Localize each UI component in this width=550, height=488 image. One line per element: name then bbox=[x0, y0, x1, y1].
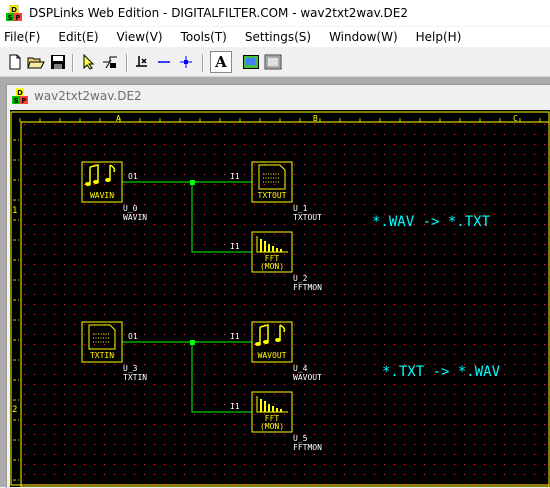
block-type: TXTIN bbox=[123, 373, 147, 382]
menu-edit[interactable]: Edit(E) bbox=[54, 30, 98, 44]
column-label-c: C bbox=[513, 114, 518, 123]
image-tool-icon[interactable] bbox=[241, 52, 261, 72]
port-label: O1 bbox=[128, 332, 138, 341]
text-tool-icon[interactable]: A bbox=[210, 51, 232, 73]
new-file-icon[interactable] bbox=[5, 52, 25, 72]
menu-window[interactable]: Window(W) bbox=[325, 30, 398, 44]
block-id: U_2 bbox=[293, 274, 308, 283]
line-tool-icon[interactable] bbox=[154, 52, 174, 72]
wire-junction bbox=[190, 340, 195, 345]
row-label-2: 2 bbox=[12, 405, 17, 415]
menu-tools[interactable]: Tools(T) bbox=[177, 30, 227, 44]
block-caption-bottom: (MON) bbox=[260, 262, 284, 271]
save-icon[interactable] bbox=[48, 52, 68, 72]
block-id: U_4 bbox=[293, 364, 308, 373]
port-label: I1 bbox=[230, 332, 240, 341]
wire-junction bbox=[190, 180, 195, 185]
block-caption: TXTIN bbox=[90, 351, 114, 360]
block-type: FFTMON bbox=[293, 283, 322, 292]
pointer-icon[interactable] bbox=[78, 52, 98, 72]
document-icon: D S P bbox=[12, 88, 28, 105]
block-caption-bottom: (MON) bbox=[260, 422, 284, 431]
left-ruler bbox=[13, 122, 19, 482]
svg-text:S: S bbox=[13, 97, 18, 104]
schematic-canvas[interactable]: A B C 1 2 WAVIN O1 U_0 WAVIN TXTOUT I1 U… bbox=[10, 110, 550, 487]
block-id: U_1 bbox=[293, 204, 308, 213]
junction-tool-icon[interactable] bbox=[176, 52, 196, 72]
block-type: TXTOUT bbox=[293, 213, 322, 222]
block-type: FFTMON bbox=[293, 443, 322, 452]
column-label-a: A bbox=[116, 114, 121, 123]
port-label: I1 bbox=[230, 402, 240, 411]
svg-text:D: D bbox=[17, 89, 23, 97]
annotation-txt-to-wav: *.TXT -> *.WAV bbox=[382, 364, 501, 380]
block-id: U_5 bbox=[293, 434, 308, 443]
row-label-1: 1 bbox=[12, 206, 17, 216]
wire-tool-icon[interactable] bbox=[100, 52, 120, 72]
block-type: WAVIN bbox=[123, 213, 147, 222]
block-type: WAVOUT bbox=[293, 373, 322, 382]
block-caption: WAVIN bbox=[90, 191, 114, 200]
frame-tool-icon[interactable] bbox=[263, 52, 283, 72]
menu-settings[interactable]: Settings(S) bbox=[241, 30, 311, 44]
menu-view[interactable]: View(V) bbox=[113, 30, 163, 44]
svg-text:S: S bbox=[7, 14, 12, 21]
top-ruler bbox=[16, 116, 544, 122]
toolbar-separator bbox=[202, 54, 204, 72]
port-label: O1 bbox=[128, 172, 138, 181]
block-id: U_3 bbox=[123, 364, 138, 373]
toolbar-separator bbox=[126, 54, 128, 72]
document-title-bar: D S P wav2txt2wav.DE2 bbox=[6, 85, 550, 107]
menu-file[interactable]: File(F) bbox=[0, 30, 40, 44]
window-title: DSPLinks Web Edition - DIGITALFILTER.COM… bbox=[29, 6, 409, 20]
block-caption: WAVOUT bbox=[258, 351, 287, 360]
ground-tool-icon[interactable] bbox=[132, 52, 152, 72]
toolbar-separator bbox=[72, 54, 74, 72]
svg-text:D: D bbox=[11, 6, 17, 14]
column-label-b: B bbox=[313, 114, 318, 123]
title-bar: D S P DSPLinks Web Edition - DIGITALFILT… bbox=[0, 0, 550, 26]
svg-text:P: P bbox=[15, 14, 20, 21]
toolbar: A bbox=[0, 48, 550, 77]
port-label: I1 bbox=[230, 172, 240, 181]
open-folder-icon[interactable] bbox=[26, 52, 46, 72]
menu-bar: File(F) Edit(E) View(V) Tools(T) Setting… bbox=[0, 27, 550, 47]
svg-text:P: P bbox=[21, 97, 26, 104]
annotation-wav-to-txt: *.WAV -> *.TXT bbox=[372, 214, 491, 230]
block-caption: TXTOUT bbox=[258, 191, 287, 200]
block-id: U_0 bbox=[123, 204, 138, 213]
menu-help[interactable]: Help(H) bbox=[412, 30, 462, 44]
app-icon: D S P bbox=[6, 4, 22, 22]
document-title: wav2txt2wav.DE2 bbox=[34, 89, 142, 103]
port-label: I1 bbox=[230, 242, 240, 251]
